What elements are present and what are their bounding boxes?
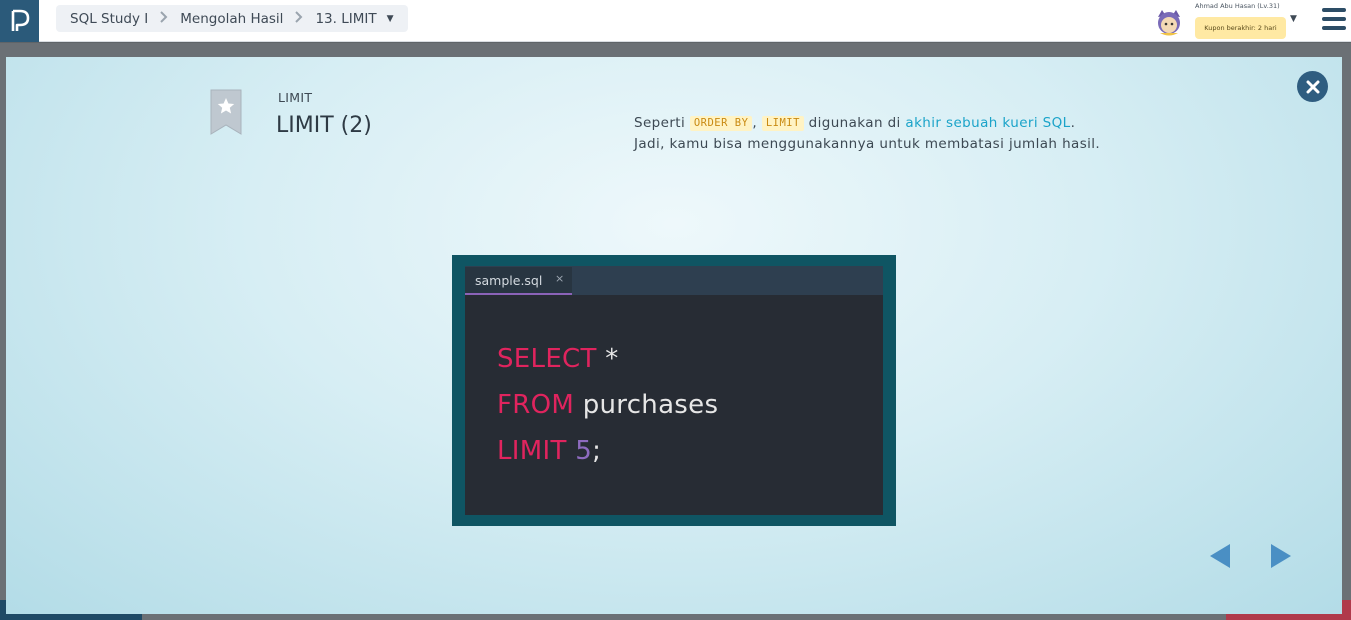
editor-tab-bar: sample.sql × (465, 266, 883, 295)
tab-label: sample.sql (475, 272, 543, 288)
slide-title: LIMIT (2) (276, 113, 372, 138)
logo-icon[interactable] (0, 0, 39, 42)
description-link[interactable]: akhir sebuah kueri SQL (905, 115, 1070, 131)
close-icon[interactable] (1297, 71, 1328, 102)
chevron-right-icon (295, 10, 303, 27)
code-line-2: FROM purchases (497, 390, 719, 420)
code-line-3: LIMIT 5; (497, 436, 602, 466)
description-line-1: Seperti ORDER BY, LIMIT digunakan di akh… (634, 115, 1076, 131)
code-chip-order-by: ORDER BY (689, 116, 753, 131)
caret-down-icon[interactable]: ▼ (1290, 14, 1297, 24)
breadcrumb: SQL Study I Mengolah Hasil 13. LIMIT ▼ (56, 5, 408, 32)
top-bar: SQL Study I Mengolah Hasil 13. LIMIT ▼ A… (0, 0, 1351, 42)
code-chip-limit: LIMIT (761, 116, 804, 131)
breadcrumb-lesson[interactable]: 13. LIMIT (315, 11, 376, 27)
arrow-left-icon[interactable] (1208, 543, 1232, 569)
slide-category: LIMIT (278, 90, 313, 105)
bookmark-star-icon[interactable] (210, 89, 242, 135)
code-content: SELECT * FROM purchases LIMIT 5; (497, 336, 718, 474)
caret-down-icon[interactable]: ▼ (387, 14, 394, 24)
breadcrumb-course[interactable]: SQL Study I (70, 11, 148, 27)
avatar-icon[interactable] (1154, 7, 1184, 37)
chevron-right-icon (160, 10, 168, 27)
tab-close-icon[interactable]: × (555, 272, 564, 285)
editor-tab-sample-sql[interactable]: sample.sql × (465, 267, 572, 295)
user-name: Ahmad Abu Hasan (Lv.31) (1195, 2, 1280, 10)
coupon-badge: Kupon berakhir: 2 hari (1195, 17, 1286, 39)
hamburger-menu-icon[interactable] (1322, 8, 1346, 30)
breadcrumb-chapter[interactable]: Mengolah Hasil (180, 11, 283, 27)
code-line-1: SELECT * (497, 344, 619, 374)
description-line-2: Jadi, kamu bisa menggunakannya untuk mem… (634, 136, 1101, 152)
slide-modal: LIMIT LIMIT (2) Seperti ORDER BY, LIMIT … (6, 57, 1342, 614)
code-editor: sample.sql × SELECT * FROM purchases LIM… (465, 266, 883, 515)
arrow-right-icon[interactable] (1269, 543, 1293, 569)
code-editor-frame: sample.sql × SELECT * FROM purchases LIM… (452, 255, 896, 526)
slide-description: Seperti ORDER BY, LIMIT digunakan di akh… (634, 113, 1100, 155)
